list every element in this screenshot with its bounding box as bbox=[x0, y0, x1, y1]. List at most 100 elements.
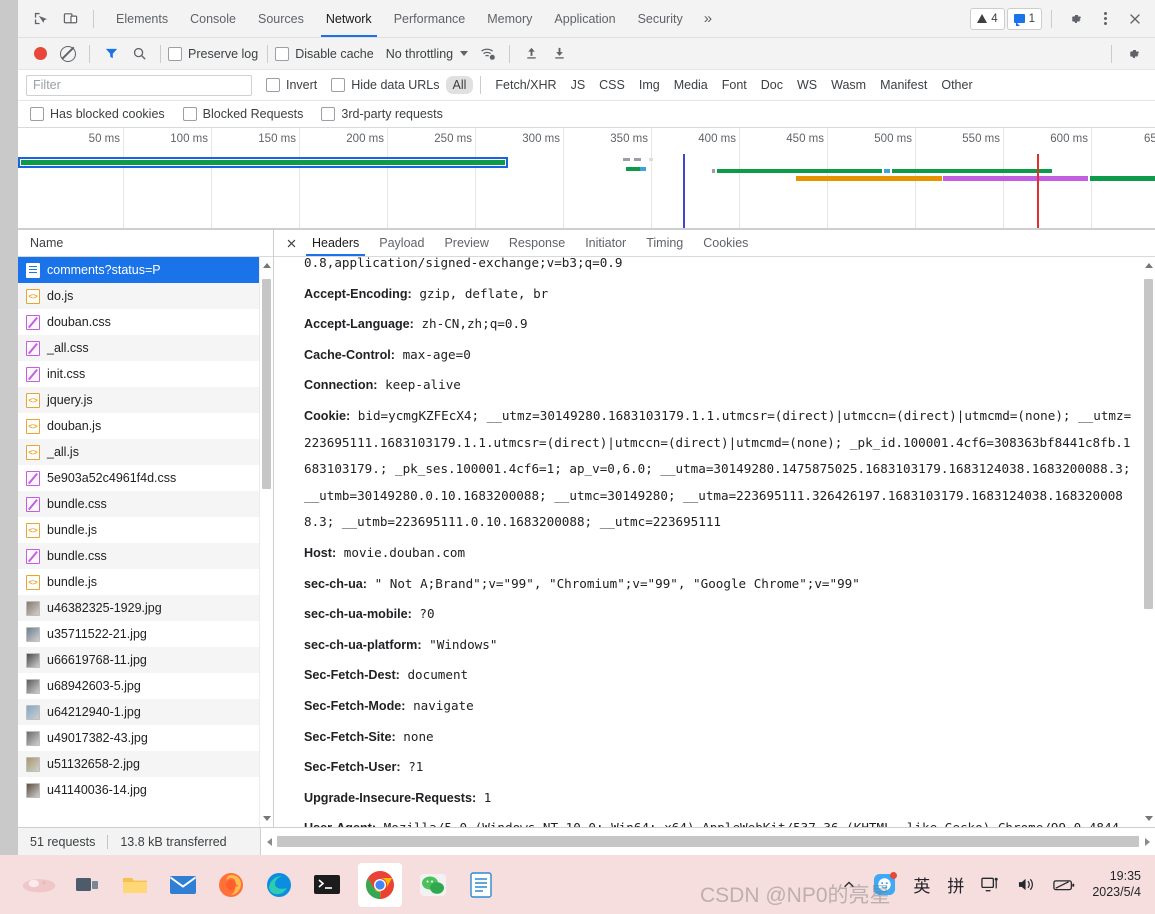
request-row[interactable]: <> douban.js bbox=[18, 413, 273, 439]
filter-type-ws[interactable]: WS bbox=[790, 76, 824, 94]
disable-cache-checkbox[interactable]: Disable cache bbox=[275, 46, 374, 61]
request-row[interactable]: douban.css bbox=[18, 309, 273, 335]
request-row[interactable]: 5e903a52c4961f4d.css bbox=[18, 465, 273, 491]
detail-tab-initiator[interactable]: Initiator bbox=[575, 230, 636, 256]
network-overview[interactable]: 50 ms 100 ms 150 ms 200 ms 250 ms 300 ms… bbox=[18, 128, 1155, 229]
filter-type-media[interactable]: Media bbox=[667, 76, 715, 94]
request-row[interactable]: u35711522-21.jpg bbox=[18, 621, 273, 647]
detail-tab-headers[interactable]: Headers bbox=[302, 230, 369, 256]
request-row[interactable]: u68942603-5.jpg bbox=[18, 673, 273, 699]
filter-type-manifest[interactable]: Manifest bbox=[873, 76, 934, 94]
search-icon[interactable] bbox=[125, 40, 153, 68]
hide-data-urls-checkbox[interactable]: Hide data URLs bbox=[331, 78, 440, 92]
scroll-left-icon[interactable] bbox=[261, 837, 277, 846]
clear-button[interactable] bbox=[54, 40, 82, 68]
headers-body[interactable]: 0.8,application/signed-exchange;v=b3;q=0… bbox=[274, 257, 1155, 827]
invert-checkbox[interactable]: Invert bbox=[266, 78, 317, 92]
messages-badge[interactable]: 1 bbox=[1006, 7, 1042, 30]
preserve-log-checkbox[interactable]: Preserve log bbox=[168, 46, 258, 61]
terminal-icon[interactable] bbox=[310, 868, 344, 902]
request-row[interactable]: u46382325-1929.jpg bbox=[18, 595, 273, 621]
filter-type-doc[interactable]: Doc bbox=[754, 76, 790, 94]
detail-tab-response[interactable]: Response bbox=[499, 230, 575, 256]
horizontal-scrollbar-thumb[interactable] bbox=[277, 836, 1139, 847]
request-row[interactable]: u66619768-11.jpg bbox=[18, 647, 273, 673]
filter-icon[interactable] bbox=[97, 40, 125, 68]
tab-elements[interactable]: Elements bbox=[105, 0, 179, 37]
has-blocked-cookies-checkbox[interactable]: Has blocked cookies bbox=[30, 107, 165, 121]
close-detail-icon[interactable] bbox=[280, 230, 302, 256]
tab-console[interactable]: Console bbox=[179, 0, 247, 37]
third-party-requests-checkbox[interactable]: 3rd-party requests bbox=[321, 107, 443, 121]
request-row[interactable]: init.css bbox=[18, 361, 273, 387]
request-row[interactable]: _all.css bbox=[18, 335, 273, 361]
import-har-icon[interactable] bbox=[517, 40, 545, 68]
scroll-right-icon[interactable] bbox=[1139, 837, 1155, 846]
request-row[interactable]: comments?status=P bbox=[18, 257, 273, 283]
detail-scrollbar[interactable] bbox=[1142, 257, 1155, 827]
filter-type-all[interactable]: All bbox=[445, 76, 474, 94]
detail-scroll-up-icon[interactable] bbox=[1145, 263, 1153, 268]
gear-icon[interactable] bbox=[1061, 5, 1089, 33]
filter-type-js[interactable]: JS bbox=[564, 76, 593, 94]
tab-performance[interactable]: Performance bbox=[383, 0, 477, 37]
inspect-element-icon[interactable] bbox=[26, 5, 54, 33]
tab-application[interactable]: Application bbox=[543, 0, 626, 37]
request-row[interactable]: bundle.css bbox=[18, 491, 273, 517]
detail-tab-cookies[interactable]: Cookies bbox=[693, 230, 758, 256]
request-row[interactable]: u51132658-2.jpg bbox=[18, 751, 273, 777]
request-list-header[interactable]: Name bbox=[18, 230, 273, 257]
request-list-scrollbar[interactable] bbox=[259, 257, 273, 827]
request-row[interactable]: u64212940-1.jpg bbox=[18, 699, 273, 725]
tab-memory[interactable]: Memory bbox=[476, 0, 543, 37]
filter-type-font[interactable]: Font bbox=[715, 76, 754, 94]
scroll-down-icon[interactable] bbox=[263, 816, 271, 821]
scroll-up-icon[interactable] bbox=[263, 263, 271, 268]
filter-type-css[interactable]: CSS bbox=[592, 76, 632, 94]
request-row[interactable]: <> bundle.js bbox=[18, 569, 273, 595]
warnings-badge[interactable]: 4 bbox=[970, 7, 1005, 30]
edge-icon[interactable] bbox=[262, 868, 296, 902]
more-tabs-icon[interactable]: » bbox=[694, 0, 722, 37]
tab-security[interactable]: Security bbox=[627, 0, 694, 37]
request-row[interactable]: u49017382-43.jpg bbox=[18, 725, 273, 751]
request-row[interactable]: <> do.js bbox=[18, 283, 273, 309]
mail-icon[interactable] bbox=[166, 868, 200, 902]
request-row[interactable]: <> _all.js bbox=[18, 439, 273, 465]
chrome-icon[interactable] bbox=[358, 862, 402, 907]
request-list[interactable]: comments?status=P <> do.js douban.css _all.c… bbox=[18, 257, 273, 827]
network-settings-gear-icon[interactable] bbox=[1119, 40, 1147, 68]
network-conditions-icon[interactable] bbox=[474, 40, 502, 68]
throttling-select[interactable]: No throttling bbox=[386, 47, 469, 61]
blocked-requests-checkbox[interactable]: Blocked Requests bbox=[182, 107, 303, 121]
detail-tab-payload[interactable]: Payload bbox=[369, 230, 434, 256]
filter-type-fetch-xhr[interactable]: Fetch/XHR bbox=[488, 76, 563, 94]
device-toolbar-icon[interactable] bbox=[56, 5, 84, 33]
start-icon[interactable] bbox=[22, 868, 56, 902]
task-view-icon[interactable] bbox=[70, 868, 104, 902]
scrollbar-thumb[interactable] bbox=[262, 279, 271, 489]
close-icon[interactable] bbox=[1121, 5, 1149, 33]
filter-input[interactable]: Filter bbox=[26, 74, 252, 96]
tab-network[interactable]: Network bbox=[315, 0, 383, 37]
detail-scrollbar-thumb[interactable] bbox=[1144, 279, 1153, 609]
horizontal-scrollbar[interactable] bbox=[260, 828, 1155, 855]
request-row[interactable]: u41140036-14.jpg bbox=[18, 777, 273, 803]
request-row[interactable]: <> jquery.js bbox=[18, 387, 273, 413]
filter-type-other[interactable]: Other bbox=[934, 76, 979, 94]
request-row[interactable]: bundle.css bbox=[18, 543, 273, 569]
file-explorer-icon[interactable] bbox=[118, 868, 152, 902]
detail-tab-timing[interactable]: Timing bbox=[636, 230, 693, 256]
request-row[interactable]: <> bundle.js bbox=[18, 517, 273, 543]
wechat-icon[interactable] bbox=[416, 868, 450, 902]
notes-icon[interactable] bbox=[464, 868, 498, 902]
detail-tab-preview[interactable]: Preview bbox=[434, 230, 498, 256]
filter-type-wasm[interactable]: Wasm bbox=[824, 76, 873, 94]
detail-scroll-down-icon[interactable] bbox=[1145, 816, 1153, 821]
tab-sources[interactable]: Sources bbox=[247, 0, 315, 37]
filter-type-img[interactable]: Img bbox=[632, 76, 667, 94]
more-options-icon[interactable] bbox=[1091, 5, 1119, 33]
record-button[interactable] bbox=[26, 40, 54, 68]
export-har-icon[interactable] bbox=[545, 40, 573, 68]
firefox-icon[interactable] bbox=[214, 868, 248, 902]
